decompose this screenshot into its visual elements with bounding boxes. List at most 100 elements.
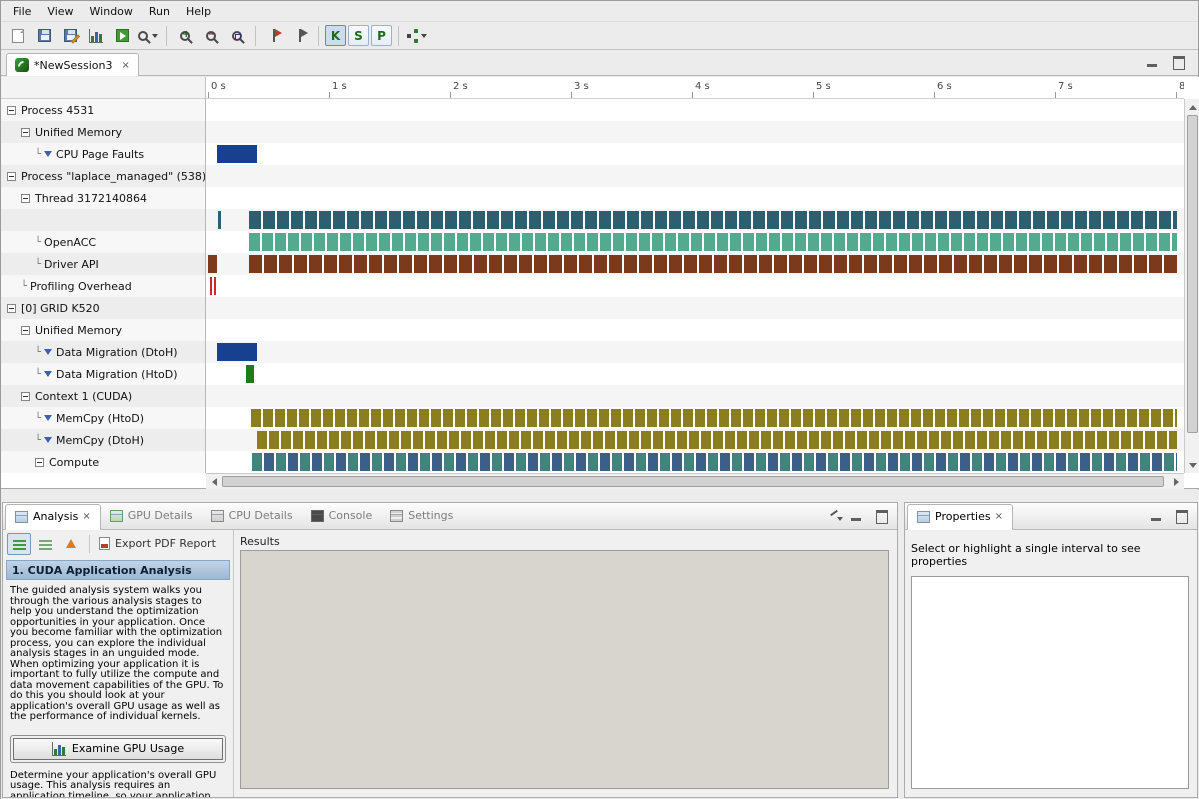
- timeline-track-profiling-overhead: [206, 275, 1184, 297]
- timeline-bar[interactable]: [217, 343, 257, 361]
- timeline-row-label-driver-api[interactable]: └Driver API: [1, 253, 205, 275]
- settings-tab-icon: [390, 510, 403, 522]
- new-session-icon[interactable]: [6, 24, 30, 48]
- timeline-row-label-memcpy-htod[interactable]: └MemCpy (HtoD): [1, 407, 205, 429]
- analysis-menu-icon[interactable]: [405, 24, 429, 48]
- timeline-view: 0 s1 s2 s3 s4 s5 s6 s7 s8 Process 4531Un…: [1, 77, 1199, 489]
- tab-label: Console: [329, 509, 373, 522]
- unguided-analysis-button[interactable]: [33, 533, 57, 555]
- scroll-left-icon[interactable]: [206, 474, 222, 490]
- goto-marker-icon[interactable]: [262, 24, 286, 48]
- tab-analysis[interactable]: Analysis×: [5, 504, 101, 530]
- vertical-scroll-thumb[interactable]: [1187, 115, 1198, 433]
- maximize-view-button[interactable]: [1170, 55, 1188, 69]
- timeline-bar[interactable]: [249, 211, 1177, 229]
- menu-item-window[interactable]: Window: [82, 3, 141, 20]
- scroll-right-icon[interactable]: [1168, 474, 1184, 490]
- source-analysis-toggle[interactable]: S: [348, 25, 369, 46]
- collapse-expander-icon[interactable]: [35, 458, 44, 467]
- timeline-bar[interactable]: [249, 255, 1177, 273]
- timeline-row-label-process-4531[interactable]: Process 4531: [1, 99, 205, 121]
- tab-cpu-details[interactable]: CPU Details: [202, 503, 302, 529]
- minimize-view-button[interactable]: [1144, 55, 1162, 69]
- timeline-row-label-0-grid-k520[interactable]: [0] GRID K520: [1, 297, 205, 319]
- generate-timeline-icon[interactable]: [84, 24, 108, 48]
- timeline-bar[interactable]: [257, 431, 1177, 449]
- zoom-out-icon[interactable]: [199, 24, 223, 48]
- clear-marker-icon[interactable]: [288, 24, 312, 48]
- zoom-in-icon[interactable]: [173, 24, 197, 48]
- menu-item-run[interactable]: Run: [141, 3, 178, 20]
- maximize-analysis-button[interactable]: [873, 509, 891, 523]
- minimize-properties-button[interactable]: [1148, 509, 1166, 523]
- collapse-expander-icon[interactable]: [21, 392, 30, 401]
- horizontal-scroll-thumb[interactable]: [222, 476, 1164, 487]
- ruler-tick-label: 1 s: [332, 81, 347, 92]
- timeline-row-label-compute[interactable]: Compute: [1, 451, 205, 473]
- examine-gpu-usage-description: Determine your application's overall GPU…: [6, 767, 230, 798]
- tab-console[interactable]: Console: [302, 503, 382, 529]
- timeline-row-label-data-migration-htod[interactable]: └Data Migration (HtoD): [1, 363, 205, 385]
- timeline-bar[interactable]: [218, 211, 221, 229]
- collapse-expander-icon[interactable]: [21, 128, 30, 137]
- timeline-row-label-openacc-group[interactable]: [1, 209, 205, 231]
- save-all-icon[interactable]: [58, 24, 82, 48]
- guided-analysis-button[interactable]: [7, 533, 31, 555]
- tab-gpu-details[interactable]: GPU Details: [101, 503, 202, 529]
- timeline-track-context-1-cuda: [206, 385, 1184, 407]
- tab-properties[interactable]: Properties ×: [907, 504, 1013, 530]
- tree-branch-icon: └: [21, 281, 27, 292]
- timeline-row-label-context-1-cuda[interactable]: Context 1 (CUDA): [1, 385, 205, 407]
- collapse-expander-icon[interactable]: [7, 106, 16, 115]
- close-properties-icon[interactable]: ×: [995, 511, 1003, 522]
- run-application-icon[interactable]: [110, 24, 134, 48]
- timeline-row-label-cpu-page-faults[interactable]: └CPU Page Faults: [1, 143, 205, 165]
- analysis-view: Analysis×GPU DetailsCPU Details Console Se…: [2, 502, 898, 798]
- bottom-panels: Analysis×GPU DetailsCPU Details Console Se…: [1, 490, 1199, 799]
- timeline-row-label-process-laplace-managed-538[interactable]: Process "laplace_managed" (538): [1, 165, 205, 187]
- timeline-bar[interactable]: [249, 233, 1177, 251]
- timeline-row-label-unified-memory[interactable]: Unified Memory: [1, 319, 205, 341]
- back-to-parent-button[interactable]: [59, 533, 83, 555]
- close-tab-icon[interactable]: ×: [82, 511, 90, 522]
- save-session-icon[interactable]: [32, 24, 56, 48]
- view-menu-icon[interactable]: [829, 510, 841, 522]
- collapse-expander-icon[interactable]: [21, 326, 30, 335]
- close-session-icon[interactable]: ×: [121, 60, 129, 71]
- kernel-analysis-toggle[interactable]: K: [325, 25, 346, 46]
- tab-settings[interactable]: Settings: [381, 503, 462, 529]
- menu-item-help[interactable]: Help: [178, 3, 219, 20]
- timeline-bar[interactable]: [208, 255, 217, 273]
- timeline-row-label-profiling-overhead[interactable]: └Profiling Overhead: [1, 275, 205, 297]
- export-pdf-button[interactable]: Export PDF Report: [95, 535, 220, 552]
- timeline-bar[interactable]: [246, 365, 254, 383]
- timeline-bar[interactable]: [214, 277, 216, 295]
- timeline-bar[interactable]: [210, 277, 212, 295]
- timeline-bar[interactable]: [251, 409, 1177, 427]
- ruler-tick: [329, 92, 330, 98]
- scroll-up-icon[interactable]: [1185, 99, 1199, 115]
- collapse-expander-icon[interactable]: [7, 172, 16, 181]
- zoom-fit-icon[interactable]: [225, 24, 249, 48]
- timeline-row-label-openacc[interactable]: └OpenACC: [1, 231, 205, 253]
- scroll-down-icon[interactable]: [1185, 457, 1199, 473]
- collapse-expander-icon[interactable]: [21, 194, 30, 203]
- menu-item-view[interactable]: View: [39, 3, 81, 20]
- horizontal-scrollbar[interactable]: [206, 473, 1184, 489]
- pc-sampling-toggle[interactable]: P: [371, 25, 392, 46]
- zoom-history-icon[interactable]: [136, 24, 160, 48]
- timeline-row-label-thread-3172140864[interactable]: Thread 3172140864: [1, 187, 205, 209]
- timeline-row-label-data-migration-dtoh[interactable]: └Data Migration (DtoH): [1, 341, 205, 363]
- session-tab[interactable]: *NewSession3 ×: [6, 53, 139, 76]
- timeline-bar[interactable]: [252, 453, 1177, 471]
- examine-gpu-usage-button[interactable]: Examine GPU Usage: [13, 738, 223, 760]
- maximize-properties-button[interactable]: [1173, 509, 1191, 523]
- menu-item-file[interactable]: File: [5, 3, 39, 20]
- timeline-row-label-memcpy-dtoh[interactable]: └MemCpy (DtoH): [1, 429, 205, 451]
- timeline-row-label-unified-memory[interactable]: Unified Memory: [1, 121, 205, 143]
- minimize-analysis-button[interactable]: [848, 509, 866, 523]
- vertical-scrollbar[interactable]: [1184, 99, 1199, 473]
- timeline-bar[interactable]: [217, 145, 257, 163]
- tree-branch-icon: └: [35, 435, 41, 446]
- collapse-expander-icon[interactable]: [7, 304, 16, 313]
